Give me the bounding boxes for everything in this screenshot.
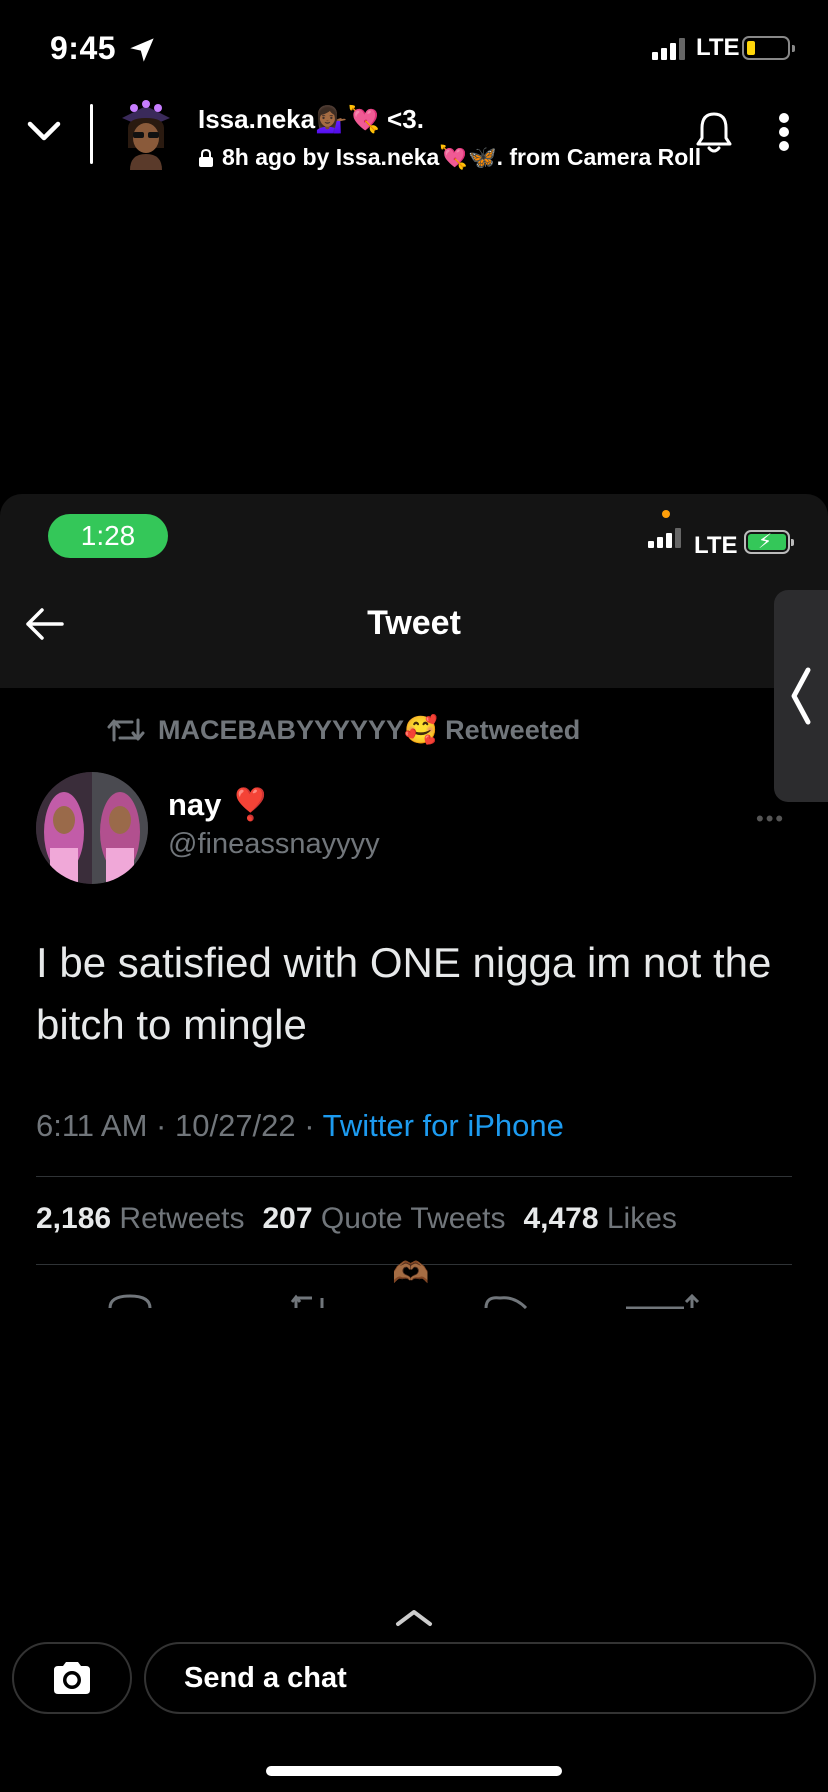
chevron-down-icon[interactable] — [26, 116, 62, 146]
network-type: LTE — [696, 34, 740, 61]
status-bar: 9:45 LTE — [0, 0, 828, 100]
camera-button[interactable] — [12, 1642, 132, 1714]
side-pull-handle — [774, 590, 828, 802]
tweet-timestamp: 6:11 AM · 10/27/22 · — [36, 1108, 323, 1143]
lock-icon — [199, 148, 213, 167]
story-title: Issa.neka💁🏾‍♀️💘 <3. — [198, 104, 424, 134]
retweeted-by-text: MACEBABYYYYYY🥰 Retweeted — [158, 715, 581, 745]
retweets-stat: 2,186 Retweets — [36, 1202, 245, 1235]
more-vertical-icon[interactable] — [776, 112, 792, 152]
battery-icon — [742, 36, 795, 60]
embedded-call-time-pill: 1:28 — [48, 514, 168, 558]
embedded-network-type: LTE — [694, 532, 738, 559]
status-time: 9:45 — [50, 30, 117, 66]
story-meta-text: 8h ago by Issa.neka💘🦋. from Camera Roll — [222, 144, 702, 170]
author-avatar — [36, 772, 148, 884]
chevron-left-icon — [791, 667, 811, 725]
story-meta: 8h ago by Issa.neka💘🦋. from Camera Roll — [198, 144, 701, 171]
bitmoji-avatar[interactable] — [116, 98, 176, 170]
retweeted-by-row: MACEBABYYYYYY🥰 Retweeted — [106, 714, 580, 746]
embedded-battery-charging-icon: ⚡ — [744, 530, 794, 554]
tweet-timestamp-row: 6:11 AM · 10/27/22 · Twitter for iPhone — [36, 1108, 564, 1144]
tweet-source: Twitter for iPhone — [322, 1108, 564, 1143]
quote-tweets-stat: 207 Quote Tweets — [262, 1202, 506, 1235]
author-name-text: nay — [168, 786, 222, 822]
tweet-stats-row: 2,186 Retweets 207 Quote Tweets 4,478 Li… — [36, 1202, 677, 1236]
cellular-signal-icon — [652, 38, 685, 60]
divider — [36, 1176, 792, 1177]
author-badge-emoji: ❣️ — [231, 787, 271, 822]
tweet-action-icons-cropped — [108, 1294, 700, 1309]
author-display-name: nay ❣️ — [168, 786, 270, 823]
embedded-signal-icon — [648, 528, 681, 548]
tweet-nav-title: Tweet — [367, 604, 461, 642]
camera-icon — [54, 1662, 90, 1694]
reaction-emoji: 🫶🏾 — [392, 1257, 430, 1290]
home-indicator — [266, 1766, 562, 1776]
tweet-more-icon: ••• — [756, 806, 786, 831]
retweet-icon — [107, 718, 145, 742]
likes-stat: 4,478 Likes — [523, 1202, 677, 1235]
tweet-text: I be satisfied with ONE nigga im not the… — [36, 939, 772, 1048]
author-handle: @fineassnayyyy — [168, 828, 380, 860]
story-header: Issa.neka💁🏾‍♀️💘 <3. 8h ago by Issa.neka💘… — [0, 96, 828, 176]
header-divider — [90, 104, 93, 164]
bell-icon[interactable] — [694, 110, 734, 154]
mic-indicator-dot — [662, 510, 670, 518]
swipe-up-caret-icon[interactable] — [394, 1608, 434, 1628]
send-chat-input[interactable] — [144, 1642, 816, 1714]
tweet-screenshot: 1:28 LTE ⚡ Tweet MACEBABYYYYYY🥰 Retweete… — [0, 494, 828, 1309]
location-arrow-icon — [130, 38, 154, 62]
